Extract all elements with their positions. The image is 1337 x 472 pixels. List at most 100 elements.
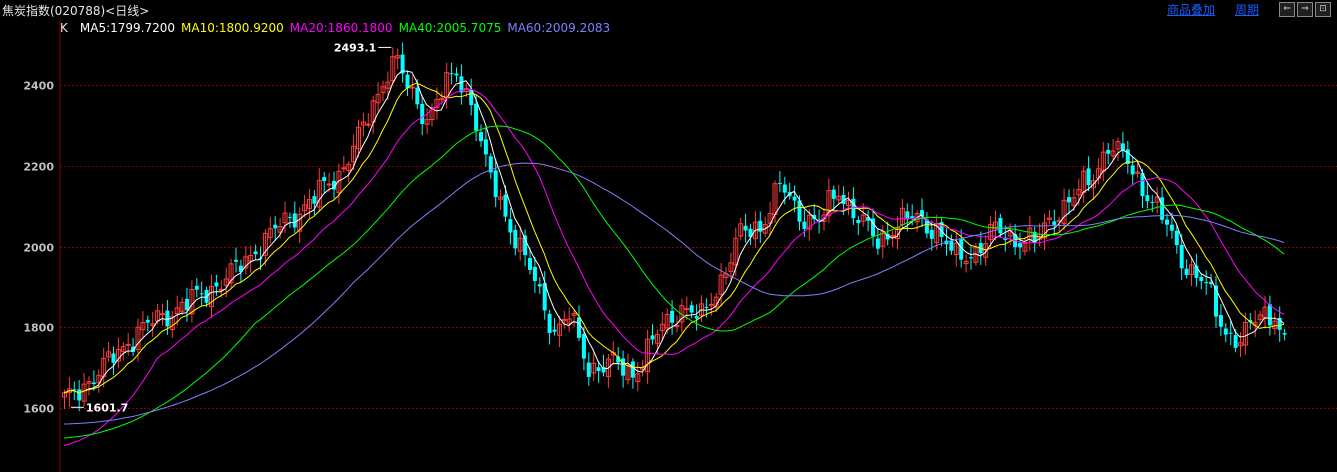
candle-body-down — [689, 305, 694, 313]
candle-body-down — [111, 353, 116, 363]
candle-body-up — [160, 313, 165, 316]
ma60-line — [63, 162, 1285, 425]
candle-body-down — [831, 189, 836, 199]
candle-body-down — [758, 220, 763, 232]
candle-body-down — [493, 170, 498, 198]
candle-body-down — [91, 382, 96, 385]
candle-body-down — [969, 257, 973, 259]
candle-body-down — [552, 329, 557, 332]
candle-body-down — [1106, 149, 1111, 154]
candle-body-down — [704, 306, 709, 308]
candle-body-down — [474, 103, 479, 131]
candle-body-up — [684, 308, 690, 311]
ma20-line — [63, 88, 1285, 446]
candle-body-down — [253, 251, 258, 255]
candle-body-down — [1150, 201, 1155, 203]
ma5-line — [63, 70, 1285, 394]
candle-body-down — [322, 177, 327, 182]
candle-body-up — [674, 325, 680, 328]
candle-body-down — [508, 219, 513, 233]
candle-body-down — [483, 139, 488, 155]
candle-body-down — [292, 213, 297, 228]
candle-body-down — [449, 73, 454, 75]
candle-body-down — [1204, 282, 1209, 284]
candle-body-down — [694, 315, 699, 319]
candle-body-down — [420, 103, 425, 125]
candle-body-down — [1018, 243, 1022, 248]
candle-body-down — [273, 224, 278, 229]
candle-body-down — [1174, 230, 1179, 246]
candle-body-down — [743, 225, 748, 231]
candle-body-down — [1169, 224, 1174, 231]
candle-body-down — [214, 282, 219, 287]
ma10-line — [63, 82, 1285, 394]
candle-body-down — [479, 132, 483, 142]
candle-body-down — [1130, 165, 1135, 175]
candle-body-down — [503, 194, 508, 217]
candle-body-down — [1267, 304, 1272, 326]
candle-body-down — [929, 229, 934, 239]
candle-body-down — [949, 240, 954, 251]
y-tick-label: 1600 — [23, 403, 54, 416]
candle-body-down — [454, 73, 459, 76]
candle-body-up — [326, 183, 332, 186]
candle-body-down — [1223, 328, 1228, 335]
candle-body-down — [415, 87, 420, 105]
candle-body-down — [670, 310, 675, 323]
candle-body-down — [802, 221, 807, 229]
y-tick-label: 2000 — [23, 242, 54, 255]
ma40-line — [63, 125, 1285, 439]
candle-body-down — [586, 362, 591, 377]
candle-body-down — [1052, 221, 1057, 225]
candle-body-down — [650, 335, 655, 340]
candle-body-down — [185, 298, 189, 311]
candle-body-down — [621, 358, 626, 376]
y-tick-label: 1800 — [23, 322, 54, 335]
y-tick-label: 2400 — [23, 80, 54, 93]
candle-body-down — [1086, 168, 1091, 186]
candle-body-down — [1199, 276, 1204, 282]
low-label: 1601.7 — [86, 401, 128, 414]
candle-body-down — [1184, 268, 1189, 275]
candle-body-down — [782, 184, 787, 193]
candle-body-down — [312, 196, 317, 204]
candle-body-down — [405, 74, 410, 89]
candle-body-up — [708, 303, 714, 306]
candle-body-down — [1179, 244, 1184, 269]
high-label: 2493.1 — [334, 41, 376, 54]
candle-body-down — [532, 266, 537, 281]
candle-body-down — [287, 216, 292, 218]
candle-body-up — [365, 123, 371, 126]
candle-body-down — [145, 319, 150, 323]
candle-body-down — [792, 196, 797, 201]
candle-body-down — [1282, 333, 1287, 335]
candle-body-up — [409, 86, 415, 89]
candle-body-down — [1067, 197, 1071, 203]
candle-body-down — [998, 218, 1003, 234]
candle-body-down — [581, 333, 586, 359]
candle-body-up — [125, 343, 131, 346]
candle-body-down — [513, 229, 518, 249]
candle-body-down — [528, 258, 532, 270]
candle-body-down — [72, 389, 77, 391]
candle-body-down — [1145, 195, 1150, 202]
candle-body-down — [797, 200, 802, 222]
candle-body-down — [777, 182, 782, 184]
candle-body-down — [537, 284, 542, 287]
candle-body-up — [341, 167, 347, 170]
candle-body-down — [596, 367, 601, 372]
candle-body-down — [77, 389, 82, 401]
candle-body-down — [194, 285, 199, 290]
candle-body-down — [547, 313, 552, 333]
candle-body-down — [1233, 335, 1238, 348]
candle-body-down — [1218, 315, 1223, 327]
candle-body-down — [234, 259, 238, 262]
price-chart[interactable]: 1600 1800 2000 2200 2400 2493.1 1601.7 — [0, 0, 1337, 472]
candle-body-down — [199, 293, 204, 295]
candle-body-down — [1165, 219, 1169, 225]
candle-body-down — [856, 219, 861, 224]
y-tick-label: 2200 — [23, 161, 54, 174]
candle-body-down — [577, 317, 581, 338]
candle-body-down — [630, 361, 635, 378]
candle-body-down — [875, 238, 880, 249]
